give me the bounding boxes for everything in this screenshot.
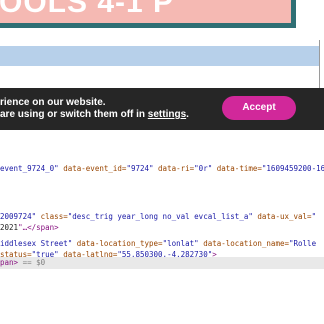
dom-node-line[interactable]: 2021"…</span> [0,222,324,234]
cookie-message-period: . [186,109,189,120]
dom-node-line[interactable]: event_9724_0" data-event_id="9724" data-… [0,163,324,175]
promo-headline: OOLS 4-1 P [0,0,175,19]
promo-banner: OOLS 4-1 P [0,0,296,28]
cookie-settings-link[interactable]: settings [148,109,186,120]
page-root: OOLS 4-1 P rience on our website. are us… [0,0,324,324]
cookie-message-line-1: rience on our website. [0,97,106,108]
cookie-message-line-2: are using or switch them off in settings… [0,109,189,121]
site-content-area [0,66,324,89]
page-edge-divider [319,40,324,88]
cookie-message-text: are using or switch them off in [0,109,148,120]
selected-dom-node-line[interactable]: pan> == $0 [0,257,324,269]
site-navigation-strip [0,46,324,66]
accept-cookies-button[interactable]: Accept [222,96,296,120]
cookie-consent-bar: rience on our website. are using or swit… [0,88,324,130]
devtools-elements-panel: event_9724_0" data-event_id="9724" data-… [0,130,324,324]
